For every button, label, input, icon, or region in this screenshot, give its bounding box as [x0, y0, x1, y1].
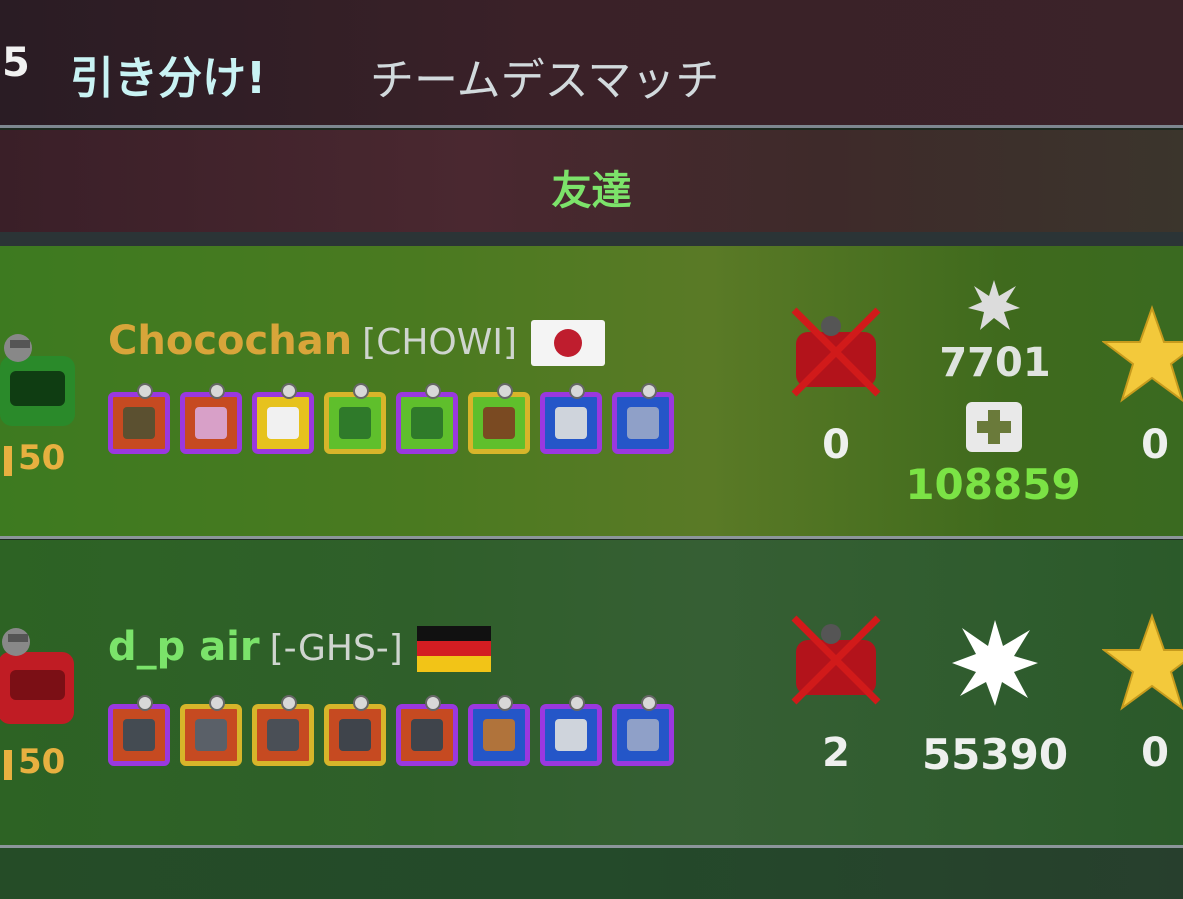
equipment-slot[interactable]	[324, 695, 386, 766]
explosion-icon	[952, 620, 1038, 706]
stars-count: 0	[1141, 422, 1169, 468]
match-header: 5 引き分け! チームデスマッチ	[0, 0, 1183, 126]
healer-gun-icon	[339, 407, 371, 439]
shield-icon	[627, 719, 659, 751]
equipment-slot[interactable]	[108, 695, 170, 766]
team-bar: 友達	[0, 130, 1183, 232]
equipment-slot[interactable]	[540, 695, 602, 766]
destroyed-ship-icon	[791, 307, 881, 397]
healer-gun-icon	[411, 407, 443, 439]
divider	[0, 125, 1183, 128]
battle-bay-star-icon	[1102, 304, 1183, 403]
player-row[interactable]: 50 Chocochan [CHOWI] 0 7701 108859 0	[0, 246, 1183, 536]
explosion-icon	[968, 280, 1020, 330]
equipment-slot[interactable]	[252, 383, 314, 454]
player-level: 50	[4, 742, 65, 782]
cannon-icon	[555, 407, 587, 439]
equipment-slot[interactable]	[396, 383, 458, 454]
player-name: Chocochan	[108, 318, 353, 364]
equipment-slot[interactable]	[612, 383, 674, 454]
missile-icon	[411, 719, 443, 751]
japan-flag-icon	[531, 320, 606, 366]
robot-ship-icon	[0, 334, 75, 426]
player-row[interactable]: 50 d_p air [-GHS-] 2 55390 0	[0, 540, 1183, 845]
damage-count: 55390	[921, 730, 1069, 779]
destroyed-ship-icon	[791, 615, 881, 705]
player-name-line: d_p air [-GHS-]	[108, 624, 491, 672]
mine-icon	[123, 407, 155, 439]
equipment-slot[interactable]	[324, 383, 386, 454]
equipment-slots	[108, 695, 674, 766]
shield-icon	[627, 407, 659, 439]
equipment-slot[interactable]	[180, 383, 242, 454]
player-level: 50	[4, 438, 65, 478]
match-number: 5	[2, 40, 30, 86]
cannon-icon	[555, 719, 587, 751]
kills-count: 0	[822, 422, 850, 468]
crate-icon	[483, 719, 515, 751]
cannon-icon	[267, 719, 299, 751]
armor-icon	[195, 407, 227, 439]
equipment-slot[interactable]	[612, 695, 674, 766]
healing-count: 108859	[905, 460, 1081, 509]
divider	[0, 232, 1183, 246]
game-mode: チームデスマッチ	[370, 55, 720, 106]
player-name-line: Chocochan [CHOWI]	[108, 318, 606, 366]
ram-icon	[195, 719, 227, 751]
robot-ship-icon	[0, 628, 74, 724]
stars-count: 0	[1141, 730, 1169, 776]
equipment-slot[interactable]	[396, 695, 458, 766]
player-name: d_p air	[108, 624, 260, 670]
repair-cross-icon	[966, 402, 1022, 452]
kills-count: 2	[822, 730, 850, 776]
team-label: 友達	[551, 168, 632, 214]
cannon-icon	[123, 719, 155, 751]
damage-count: 7701	[939, 340, 1051, 386]
match-result: 引き分け!	[70, 53, 267, 104]
bottom-area	[0, 848, 1183, 899]
germany-flag-icon	[416, 626, 491, 672]
divider	[0, 536, 1183, 539]
equipment-slot[interactable]	[540, 383, 602, 454]
repair-launcher-icon	[483, 407, 515, 439]
missile-icon	[339, 719, 371, 751]
equipment-slot[interactable]	[180, 695, 242, 766]
canister-icon	[267, 407, 299, 439]
equipment-slot[interactable]	[252, 695, 314, 766]
equipment-slot[interactable]	[108, 383, 170, 454]
equipment-slot[interactable]	[468, 695, 530, 766]
equipment-slot[interactable]	[468, 383, 530, 454]
clan-tag: [CHOWI]	[362, 322, 518, 363]
equipment-slots	[108, 383, 674, 454]
clan-tag: [-GHS-]	[269, 628, 403, 669]
battle-bay-star-icon	[1102, 612, 1183, 711]
